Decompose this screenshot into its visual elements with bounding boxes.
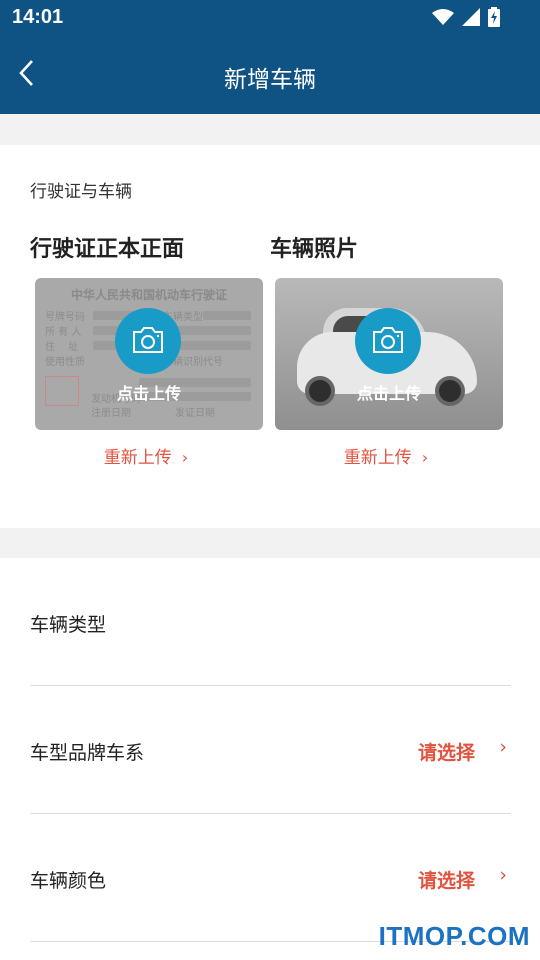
chevron-right-icon: › [499, 736, 507, 758]
camera-button[interactable] [355, 308, 421, 374]
reupload-link[interactable]: 重新上传 › [270, 443, 502, 468]
select-placeholder: 请选择 [417, 742, 475, 764]
license-heading: 中华人民共和国机动车行驶证 [70, 288, 227, 302]
form-row-label: 车型品牌车系 [30, 742, 145, 764]
chevron-right-icon: › [181, 448, 189, 467]
battery-charging-icon [488, 7, 500, 27]
camera-icon [373, 327, 403, 353]
status-time: 14:01 [12, 6, 64, 28]
reupload-link[interactable]: 重新上传 › [30, 443, 262, 468]
camera-icon [133, 327, 163, 353]
upload-section: 行驶证与车辆 行驶证正本正面 中华人民共和国机动车行驶证 号牌号码 车辆类型 所… [0, 145, 540, 528]
license-card: 行驶证正本正面 中华人民共和国机动车行驶证 号牌号码 车辆类型 所 有 人 住 … [30, 231, 263, 468]
section-label: 行驶证与车辆 [30, 182, 132, 202]
chevron-right-icon: › [499, 864, 507, 886]
vehicle-photo-card: 车辆照片 点击上传 重新上传 › [270, 231, 503, 468]
upload-text: 点击上传 [116, 384, 181, 403]
license-field: 使用性质 [45, 357, 85, 368]
license-field: 注册日期 [91, 408, 131, 419]
form-row-label: 车辆颜色 [30, 870, 107, 892]
cell-signal-icon [462, 8, 480, 26]
license-card-title: 行驶证正本正面 [30, 237, 185, 262]
app-bar: 新增车辆 [0, 36, 540, 114]
form-row-vehicle-type[interactable]: 车辆类型 [30, 558, 511, 686]
reupload-label: 重新上传 [343, 448, 412, 468]
chevron-right-icon: › [421, 448, 429, 467]
license-field: 发证日期 [175, 408, 215, 419]
watermark: ITMOP.COM [378, 921, 530, 951]
select-placeholder: 请选择 [417, 870, 475, 892]
status-bar: 14:01 [0, 0, 540, 36]
reupload-label: 重新上传 [103, 448, 172, 468]
vehicle-photo-card-title: 车辆照片 [270, 237, 359, 262]
form-row-label: 车辆类型 [30, 614, 107, 636]
status-icons [432, 7, 500, 27]
license-field: 号牌号码 [45, 312, 85, 323]
wifi-icon [432, 9, 454, 25]
camera-button[interactable] [115, 308, 181, 374]
vehicle-form: 车辆类型 车型品牌车系 请选择 › 车辆颜色 请选择 › [0, 558, 540, 960]
page-title: 新增车辆 [224, 67, 316, 93]
license-field: 住 址 [45, 342, 79, 353]
license-line [203, 311, 251, 320]
form-row-brand-series[interactable]: 车型品牌车系 请选择 › [30, 686, 511, 814]
upload-text: 点击上传 [356, 384, 421, 403]
license-field: 所 有 人 [45, 327, 82, 338]
vehicle-photo-upload-area[interactable]: 点击上传 [275, 278, 503, 430]
license-upload-area[interactable]: 中华人民共和国机动车行驶证 号牌号码 车辆类型 所 有 人 住 址 使用性质 车… [35, 278, 263, 430]
